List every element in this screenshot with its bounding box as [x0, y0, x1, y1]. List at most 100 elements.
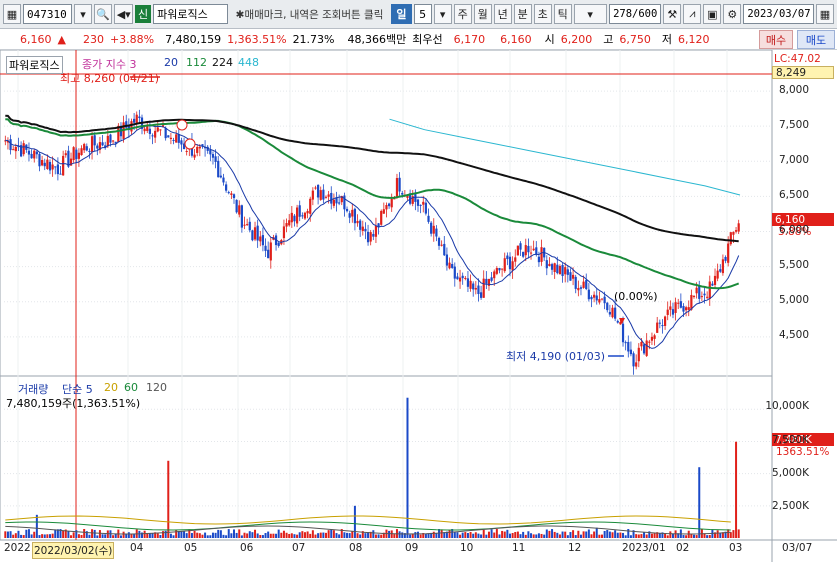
candle-body	[495, 268, 498, 274]
volume-bar	[372, 530, 375, 538]
candle-body	[351, 209, 354, 217]
volume-bar	[54, 529, 57, 538]
chart-tools-icon[interactable]: ⚒	[663, 4, 682, 24]
data-count-field[interactable]: 278/600	[608, 4, 662, 24]
candle-body	[267, 249, 270, 259]
volume-bar	[477, 533, 480, 538]
buy-button[interactable]: 매수	[759, 30, 793, 49]
period-year-tab[interactable]: 년	[493, 4, 512, 24]
volume-bar	[293, 534, 296, 538]
candle-body	[130, 121, 133, 132]
period-day-tab[interactable]: 일	[391, 4, 412, 24]
candle-body	[703, 293, 706, 296]
volume-bar	[112, 535, 115, 538]
volume-bar	[317, 533, 320, 538]
candle-body	[382, 209, 385, 214]
volume-bar	[20, 534, 23, 538]
candle-body	[519, 243, 522, 250]
volume-bar	[151, 533, 154, 538]
date-field[interactable]: 2023/03/07	[743, 4, 814, 24]
y-tick: 6,500	[778, 189, 809, 201]
stock-code-input[interactable]: 047310	[23, 4, 73, 24]
candle-body	[682, 306, 685, 312]
candle-body	[727, 243, 730, 263]
candle-body	[603, 296, 606, 304]
price-legend-name[interactable]: 파워로직스	[6, 56, 63, 74]
save-icon[interactable]: ▣	[703, 4, 722, 24]
volume-bar	[351, 531, 354, 538]
volume-bar	[290, 533, 293, 538]
volume-bar	[143, 530, 146, 538]
volume-bar	[282, 530, 285, 538]
period-dropdown-icon[interactable]: ▾	[433, 4, 452, 24]
calendar-icon[interactable]: ▦	[816, 4, 834, 24]
volume-bar	[440, 529, 443, 538]
volume-bar	[493, 532, 496, 538]
period-week-tab[interactable]: 주	[453, 4, 472, 24]
trade-amount: 48,366백만	[347, 33, 407, 46]
candle-body	[261, 235, 265, 246]
candle-body	[330, 192, 333, 204]
volume-bar	[70, 535, 73, 538]
candle-body	[269, 242, 272, 261]
candle-body	[692, 296, 696, 298]
volume-bar	[272, 533, 275, 538]
candle-body	[348, 213, 351, 218]
period-month-tab[interactable]: 월	[473, 4, 492, 24]
vol-ma-20-label: 20	[104, 381, 118, 394]
stock-name-field[interactable]: 파워로직스	[153, 4, 228, 24]
quote-bar: 6,160 ▲ 230 +3.88% 7,480,159 1,363.51% 2…	[0, 29, 837, 50]
volume-bar	[248, 531, 251, 538]
speaker-icon[interactable]: ◀▾	[114, 4, 133, 24]
stock-chart[interactable]: 파워로직스 종가 지수 3 20 112 224 448 최고 8,260 (0…	[0, 50, 837, 562]
volume-bar	[587, 529, 590, 538]
search-icon[interactable]: 🔍	[94, 4, 113, 24]
period-minute-tab[interactable]: 분	[513, 4, 532, 24]
period-number-field[interactable]: 5	[413, 4, 432, 24]
candle-body	[38, 153, 41, 167]
volume-bar	[603, 530, 606, 538]
low-annotation: 최저 4,190 (01/03)	[506, 350, 606, 363]
sell-button[interactable]: 매도	[797, 30, 835, 49]
new-badge: 신	[134, 5, 152, 23]
volume-bar	[532, 534, 535, 538]
candle-body	[285, 223, 288, 227]
code-dropdown-icon[interactable]: ▾	[74, 4, 93, 24]
period-second-tab[interactable]: 초	[533, 4, 552, 24]
candle-body	[729, 232, 732, 245]
volume-bar	[530, 533, 533, 538]
candle-body	[374, 225, 378, 237]
x-tick: 07	[292, 542, 306, 554]
layout-icon[interactable]: ▦	[3, 4, 21, 24]
volume-bar	[346, 532, 349, 538]
chart-canvas[interactable]	[0, 50, 837, 562]
candle-body	[77, 152, 81, 159]
volume-bar	[535, 534, 538, 538]
candle-body	[671, 309, 675, 315]
volume-bar	[364, 533, 367, 538]
candle-body	[227, 192, 230, 194]
volume-bar	[183, 531, 186, 538]
volume-bar	[519, 534, 522, 538]
period-tick-tab[interactable]: 틱	[553, 4, 572, 24]
candle-body	[658, 322, 661, 324]
candle-body	[540, 247, 543, 262]
volume-bar	[629, 535, 632, 538]
candle-body	[469, 280, 472, 289]
volume-bar	[133, 534, 136, 538]
candle-body	[529, 252, 533, 254]
volume-bar	[83, 528, 86, 538]
x-tick: 12	[568, 542, 582, 554]
volume-bar	[261, 535, 264, 538]
volume-bar	[201, 534, 204, 538]
period-extra-dropdown[interactable]: ▾	[573, 4, 607, 24]
volume-bar	[729, 532, 732, 538]
candle-body	[366, 231, 370, 243]
line-chart-icon[interactable]: ⩘	[683, 4, 702, 24]
volume-bar	[561, 531, 564, 538]
candle-body	[41, 159, 44, 166]
volume-bar	[9, 531, 12, 538]
price-change: 230	[82, 32, 104, 46]
gear-icon[interactable]: ⚙	[723, 4, 742, 24]
volume-bar	[424, 533, 427, 538]
